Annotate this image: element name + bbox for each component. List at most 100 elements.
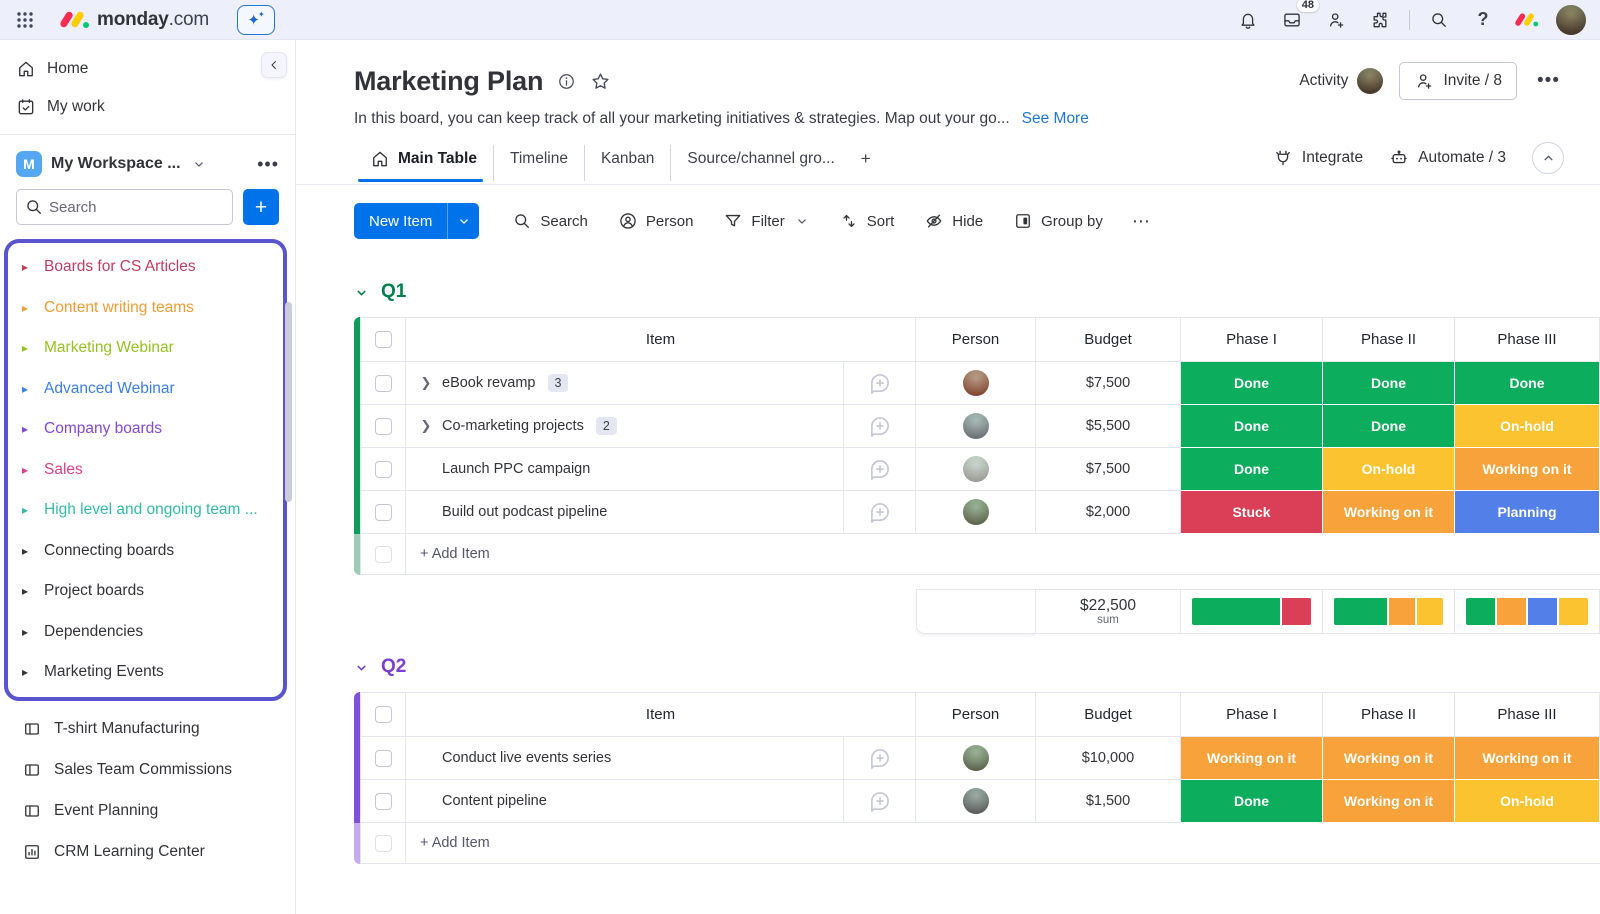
group-title-q1[interactable]: Q1	[354, 281, 1600, 303]
favorite-star-icon[interactable]	[590, 71, 611, 92]
inbox-icon[interactable]: 48	[1277, 5, 1307, 35]
chevron-down-icon[interactable]	[354, 660, 369, 675]
status-cell-phase-2[interactable]: Done	[1323, 405, 1455, 448]
add-item-button[interactable]: + Add Item	[406, 534, 1600, 575]
invite-button[interactable]: Invite / 8	[1399, 62, 1517, 100]
item-name[interactable]: Co-marketing projects	[442, 418, 584, 434]
person-cell[interactable]	[916, 780, 1036, 823]
row-checkbox[interactable]	[375, 793, 392, 810]
status-cell-phase-3[interactable]: On-hold	[1455, 780, 1600, 823]
sidebar-board-project-boards[interactable]: ▸Project boards	[8, 571, 283, 612]
sidebar-board-content-writing-teams[interactable]: ▸Content writing teams	[8, 288, 283, 329]
row-checkbox[interactable]	[375, 461, 392, 478]
column-header-phase-i[interactable]: Phase I	[1181, 692, 1323, 737]
status-cell-phase-2[interactable]: Working on it	[1323, 737, 1455, 780]
collapse-header-button[interactable]	[1532, 142, 1564, 174]
toolbar-person-button[interactable]: Person	[607, 204, 705, 238]
toolbar-group-by-button[interactable]: Group by	[1002, 204, 1114, 238]
select-all-checkbox[interactable]	[375, 331, 392, 348]
status-cell-phase-1[interactable]: Done	[1181, 780, 1323, 823]
chat-plus-icon[interactable]	[844, 362, 916, 405]
chat-plus-icon[interactable]	[844, 780, 916, 823]
chevron-down-icon[interactable]	[192, 157, 206, 171]
integrate-button[interactable]: Integrate	[1273, 148, 1363, 168]
row-checkbox[interactable]	[375, 375, 392, 392]
search-icon[interactable]	[1424, 5, 1454, 35]
group-title-q2[interactable]: Q2	[354, 656, 1600, 678]
sidebar-search-input[interactable]	[16, 189, 233, 225]
sidebar-board-advanced-webinar[interactable]: ▸Advanced Webinar	[8, 369, 283, 410]
person-cell[interactable]	[916, 448, 1036, 491]
status-cell-phase-3[interactable]: Working on it	[1455, 737, 1600, 780]
activity-button[interactable]: Activity	[1299, 68, 1383, 94]
status-cell-phase-3[interactable]: Planning	[1455, 491, 1600, 534]
marketplace-icon[interactable]	[1365, 5, 1395, 35]
column-header-phase-ii[interactable]: Phase II	[1323, 317, 1455, 362]
item-name[interactable]: eBook revamp	[442, 375, 536, 391]
sidebar-board-crm-learning-center[interactable]: CRM Learning Center	[4, 832, 287, 873]
tab-timeline[interactable]: Timeline	[493, 145, 584, 181]
budget-cell[interactable]: $7,500	[1036, 362, 1181, 405]
board-menu-icon[interactable]: •••	[1533, 70, 1564, 92]
person-cell[interactable]	[916, 491, 1036, 534]
item-cell[interactable]: ❯Co-marketing projects2	[406, 405, 844, 448]
person-cell[interactable]	[916, 405, 1036, 448]
status-cell-phase-3[interactable]: On-hold	[1455, 405, 1600, 448]
chat-plus-icon[interactable]	[844, 448, 916, 491]
chevron-down-icon[interactable]	[354, 285, 369, 300]
user-avatar[interactable]	[1556, 5, 1586, 35]
workspace-row[interactable]: M My Workspace ... •••	[0, 145, 295, 187]
ai-sparkle-icon[interactable]: ✦✦	[237, 5, 275, 35]
status-cell-phase-3[interactable]: Working on it	[1455, 448, 1600, 491]
item-cell[interactable]: Build out podcast pipeline	[406, 491, 844, 534]
column-header-item[interactable]: Item	[406, 317, 916, 362]
toolbar-search-button[interactable]: Search	[501, 204, 599, 238]
sidebar-board-marketing-webinar[interactable]: ▸Marketing Webinar	[8, 328, 283, 369]
toolbar-hide-button[interactable]: Hide	[913, 204, 994, 238]
sidebar-item-my-work[interactable]: My work	[0, 88, 295, 126]
item-name[interactable]: Conduct live events series	[442, 750, 611, 766]
new-item-dropdown[interactable]	[447, 203, 479, 239]
column-header-person[interactable]: Person	[916, 692, 1036, 737]
status-cell-phase-1[interactable]: Stuck	[1181, 491, 1323, 534]
expand-chevron-icon[interactable]: ❯	[418, 375, 434, 391]
column-header-phase-ii[interactable]: Phase II	[1323, 692, 1455, 737]
invite-user-icon[interactable]	[1321, 5, 1351, 35]
status-cell-phase-1[interactable]: Done	[1181, 448, 1323, 491]
person-cell[interactable]	[916, 737, 1036, 780]
help-icon[interactable]: ?	[1468, 5, 1498, 35]
budget-cell[interactable]: $7,500	[1036, 448, 1181, 491]
status-cell-phase-1[interactable]: Done	[1181, 405, 1323, 448]
item-name[interactable]: Build out podcast pipeline	[442, 504, 607, 520]
add-view-button[interactable]: +	[851, 145, 881, 181]
column-header-phase-iii[interactable]: Phase III	[1455, 317, 1600, 362]
tab-main-table[interactable]: Main Table	[354, 145, 493, 181]
toolbar-sort-button[interactable]: Sort	[828, 204, 906, 238]
column-header-phase-iii[interactable]: Phase III	[1455, 692, 1600, 737]
row-checkbox[interactable]	[375, 418, 392, 435]
column-header-item[interactable]: Item	[406, 692, 916, 737]
row-checkbox[interactable]	[375, 835, 392, 852]
footer-distribution-cell-phase-1[interactable]	[1181, 589, 1323, 634]
sidebar-board-sales-team-commissions[interactable]: Sales Team Commissions	[4, 750, 287, 791]
row-checkbox[interactable]	[375, 750, 392, 767]
row-checkbox[interactable]	[375, 504, 392, 521]
add-board-button[interactable]: +	[243, 189, 279, 225]
budget-cell[interactable]: $10,000	[1036, 737, 1181, 780]
sidebar-board-high-level-and-ongoing-team[interactable]: ▸High level and ongoing team ...	[8, 490, 283, 531]
item-cell[interactable]: ❯eBook revamp3	[406, 362, 844, 405]
status-cell-phase-1[interactable]: Working on it	[1181, 737, 1323, 780]
automate-button[interactable]: Automate / 3	[1389, 148, 1506, 168]
chat-plus-icon[interactable]	[844, 491, 916, 534]
sidebar-board-marketing-events[interactable]: ▸Marketing Events	[8, 652, 283, 693]
status-cell-phase-2[interactable]: Done	[1323, 362, 1455, 405]
monday-logo[interactable]: monday.com	[60, 9, 209, 31]
sidebar-board-boards-for-cs-articles[interactable]: ▸Boards for CS Articles	[8, 247, 283, 288]
toolbar-filter-button[interactable]: Filter	[712, 204, 819, 238]
sidebar-collapse-button[interactable]	[261, 52, 287, 78]
status-cell-phase-1[interactable]: Done	[1181, 362, 1323, 405]
expand-chevron-icon[interactable]: ❯	[418, 418, 434, 434]
add-item-button[interactable]: + Add Item	[406, 823, 1600, 864]
status-cell-phase-2[interactable]: On-hold	[1323, 448, 1455, 491]
footer-distribution-cell-phase-3[interactable]	[1455, 589, 1600, 634]
